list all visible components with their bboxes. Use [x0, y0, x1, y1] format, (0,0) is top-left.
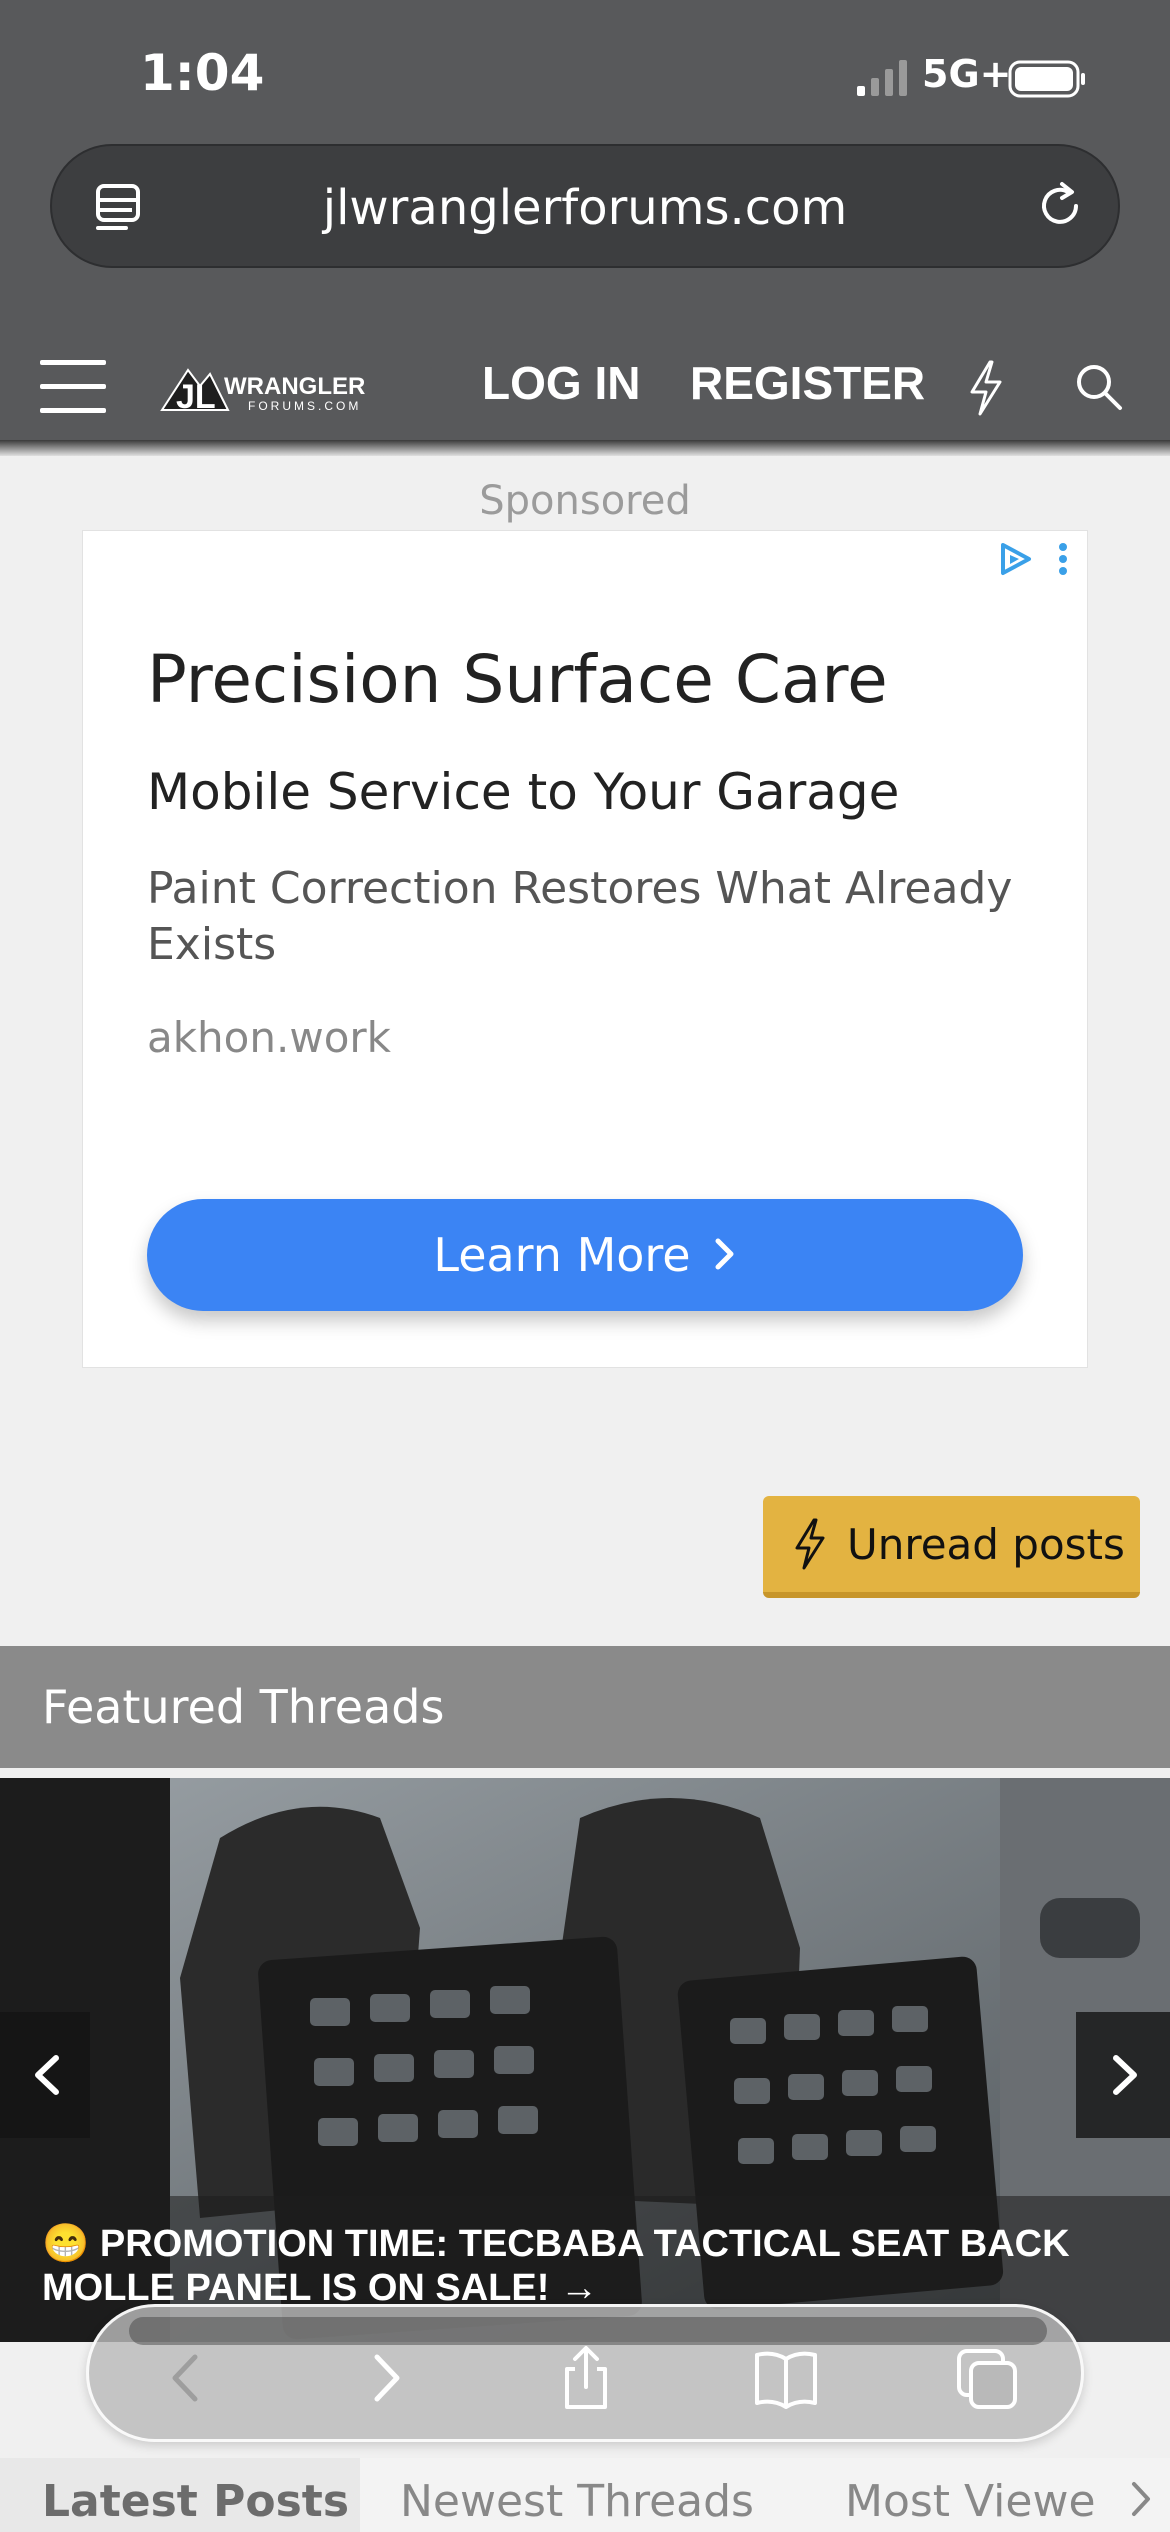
tabs-icon[interactable]: [951, 2343, 1021, 2413]
learn-more-button[interactable]: Learn More: [147, 1199, 1023, 1311]
kebab-icon[interactable]: [1053, 541, 1073, 581]
reload-icon[interactable]: [1030, 176, 1090, 236]
adchoices-icon[interactable]: [995, 539, 1035, 579]
address-bar[interactable]: jlwranglerforums.com: [50, 144, 1120, 268]
ad-card[interactable]: Precision Surface Care Mobile Service to…: [82, 530, 1088, 1368]
svg-text:FORUMS.COM: FORUMS.COM: [248, 399, 361, 413]
chevron-right-icon[interactable]: [1124, 2474, 1158, 2524]
ad-description: Paint Correction Restores What Already E…: [147, 863, 1013, 970]
status-time: 1:04: [140, 44, 265, 102]
svg-text:JL: JL: [176, 378, 216, 416]
carousel-next-button[interactable]: [1076, 2012, 1170, 2138]
tab-newest-threads[interactable]: Newest Threads: [400, 2476, 754, 2527]
featured-thread-caption[interactable]: 😁 PROMOTION TIME: TECBABA TACTICAL SEAT …: [42, 2222, 1132, 2310]
learn-more-label: Learn More: [433, 1228, 691, 1282]
bolt-icon[interactable]: [966, 360, 1006, 416]
network-label: 5G+: [922, 52, 1012, 96]
posts-tabs: Latest Posts Newest Threads Most Viewe: [0, 2458, 1170, 2532]
chevron-right-icon: [1113, 2055, 1137, 2095]
chevron-left-icon: [35, 2055, 59, 2095]
search-icon[interactable]: [1074, 362, 1124, 412]
browser-toolbar: [86, 2304, 1084, 2442]
chevron-right-icon: [713, 1199, 737, 1311]
toolbar-handle[interactable]: [129, 2317, 1047, 2345]
battery-icon: [1008, 60, 1085, 98]
ad-domain: akhon.work: [147, 1013, 391, 1062]
browser-chrome: 1:04 5G+ jlwranglerforums.com JL WRANGLE…: [0, 0, 1170, 440]
ad-title[interactable]: Precision Surface Care: [147, 641, 888, 718]
unread-posts-label: Unread posts: [847, 1520, 1125, 1569]
share-icon[interactable]: [551, 2343, 621, 2413]
unread-posts-button[interactable]: Unread posts: [763, 1496, 1140, 1598]
tab-latest-posts-label[interactable]: Latest Posts: [42, 2476, 349, 2527]
login-link[interactable]: LOG IN: [482, 356, 640, 410]
tab-most-viewed[interactable]: Most Viewe: [845, 2476, 1096, 2527]
url-text[interactable]: jlwranglerforums.com: [52, 180, 1118, 236]
featured-threads-header: Featured Threads: [0, 1646, 1170, 1768]
ad-subtitle: Mobile Service to Your Garage: [147, 763, 900, 821]
back-icon[interactable]: [151, 2343, 221, 2413]
site-logo[interactable]: JL WRANGLER FORUMS.COM: [158, 352, 438, 422]
bookmarks-icon[interactable]: [751, 2343, 821, 2413]
signal-icon: [857, 60, 907, 96]
featured-threads-title: Featured Threads: [42, 1680, 445, 1734]
navbar-shadow: [0, 440, 1170, 456]
forward-icon[interactable]: [351, 2343, 421, 2413]
svg-text:WRANGLER: WRANGLER: [224, 373, 365, 400]
carousel-prev-button[interactable]: [0, 2012, 90, 2138]
register-link[interactable]: REGISTER: [690, 356, 925, 410]
bolt-icon: [795, 1518, 825, 1570]
site-navbar: JL WRANGLER FORUMS.COM LOG IN REGISTER: [0, 330, 1170, 440]
sponsored-label: Sponsored: [479, 478, 691, 524]
menu-icon[interactable]: [40, 360, 106, 414]
